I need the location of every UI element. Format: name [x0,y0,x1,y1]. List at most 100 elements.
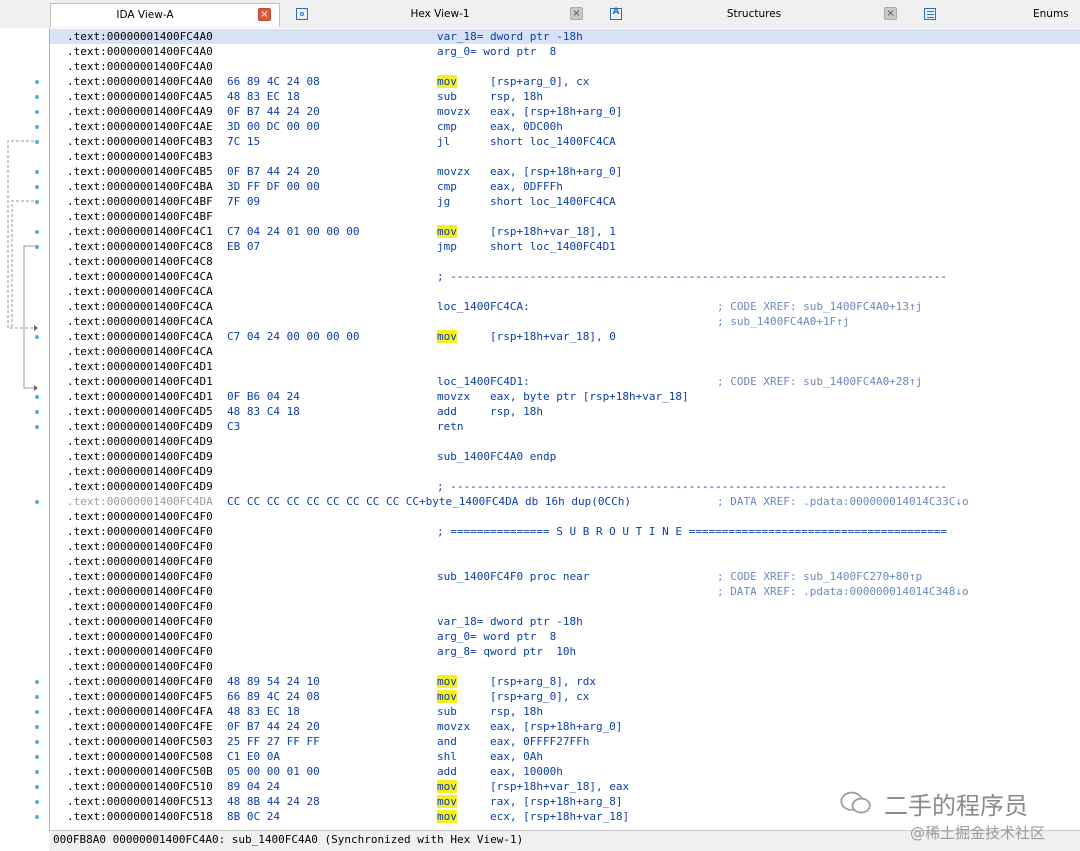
disasm-line[interactable]: .text:00000001400FC4CA C7 04 24 00 00 00 … [50,329,1080,344]
line-address[interactable]: .text:00000001400FC4A0 [67,44,213,59]
disasm-line[interactable]: .text:00000001400FC4CA ; ----------------… [50,269,1080,284]
line-address[interactable]: .text:00000001400FC4CA [67,284,213,299]
line-address[interactable]: .text:00000001400FC4C8 [67,254,213,269]
disasm-line[interactable]: .text:00000001400FC508 C1 E0 0A shl eax, 0… [50,749,1080,764]
disasm-line[interactable]: .text:00000001400FC4C8 [50,254,1080,269]
disasm-line[interactable]: .text:00000001400FC4F0 sub_1400FC4F0 proc… [50,569,1080,584]
line-address[interactable]: .text:00000001400FC4F5 [67,689,213,704]
instruction[interactable]: sub_1400FC4F0 proc near [437,569,589,584]
line-address[interactable]: .text:00000001400FC4CA [67,299,213,314]
line-address[interactable]: .text:00000001400FC510 [67,779,213,794]
tab-ida-view-a[interactable]: IDA View-A × [50,3,280,27]
instruction[interactable]: sub rsp, 18h [437,704,543,719]
disasm-line[interactable]: .text:00000001400FC4F0 arg_8= qword ptr 1… [50,644,1080,659]
line-address[interactable]: .text:00000001400FC4C1 [67,224,213,239]
line-address[interactable]: .text:00000001400FC4F0 [67,629,213,644]
xref-comment[interactable]: ; CODE XREF: sub_1400FC4A0+13↑j [717,299,922,314]
instruction[interactable]: mov [rsp+arg_0], cx [437,689,589,704]
tab-enums[interactable]: Enums [918,3,1080,27]
line-address[interactable]: .text:00000001400FC4D9 [67,449,213,464]
instruction[interactable]: arg_0= word ptr 8 [437,629,556,644]
disasm-line[interactable]: .text:00000001400FC4BF [50,209,1080,224]
disasm-line[interactable]: .text:00000001400FC4A5 48 83 EC 18 sub rsp… [50,89,1080,104]
breakpoint-dot[interactable] [35,245,39,249]
close-icon[interactable]: × [258,8,271,21]
line-address[interactable]: .text:00000001400FC4F0 [67,584,213,599]
close-icon[interactable]: × [884,7,897,20]
line-address[interactable]: .text:00000001400FC4D9 [67,419,213,434]
instruction[interactable]: mov [rsp+arg_0], cx [437,74,589,89]
ida-view-disassembly[interactable]: .text:00000001400FC4A0 var_18= dword ptr … [49,28,1080,830]
line-address[interactable]: .text:00000001400FC4BF [67,194,213,209]
line-address[interactable]: .text:00000001400FC4D1 [67,389,213,404]
disasm-line[interactable]: .text:00000001400FC4D9 sub_1400FC4A0 endp [50,449,1080,464]
flow-gutter[interactable]: ⌄⌄ [0,28,60,828]
line-address[interactable]: .text:00000001400FC4D1 [67,374,213,389]
line-address[interactable]: .text:00000001400FC4F0 [67,554,213,569]
breakpoint-dot[interactable] [35,710,39,714]
line-address[interactable]: .text:00000001400FC4F0 [67,599,213,614]
line-address[interactable]: .text:00000001400FC4D1 [67,359,213,374]
breakpoint-dot[interactable] [35,125,39,129]
breakpoint-dot[interactable] [35,110,39,114]
instruction[interactable]: shl eax, 0Ah [437,749,543,764]
disasm-line[interactable]: .text:00000001400FC4A0 [50,59,1080,74]
line-address[interactable]: .text:00000001400FC4F0 [67,614,213,629]
breakpoint-dot[interactable] [35,770,39,774]
disasm-line[interactable]: .text:00000001400FC4F0 [50,509,1080,524]
line-address[interactable]: .text:00000001400FC4CA [67,269,213,284]
disasm-line[interactable]: .text:00000001400FC4CA [50,284,1080,299]
disasm-line[interactable]: .text:00000001400FC4D9 C3 retn [50,419,1080,434]
disasm-line[interactable]: .text:00000001400FC50B 05 00 00 01 00 add … [50,764,1080,779]
breakpoint-dot[interactable] [35,815,39,819]
line-address[interactable]: .text:00000001400FC4C8 [67,239,213,254]
disasm-line[interactable]: .text:00000001400FC4F0 arg_0= word ptr 8 [50,629,1080,644]
disasm-line[interactable]: .text:00000001400FC4DA CC CC CC CC CC CC … [50,494,1080,509]
instruction[interactable]: ; --------------------------------------… [437,269,947,284]
instruction[interactable]: loc_1400FC4D1: [437,374,530,389]
line-address[interactable]: .text:00000001400FC4F0 [67,659,213,674]
line-address[interactable]: .text:00000001400FC50B [67,764,213,779]
instruction[interactable]: retn [437,419,464,434]
disasm-line[interactable]: .text:00000001400FC4BF 7F 09 jg short loc_… [50,194,1080,209]
line-address[interactable]: .text:00000001400FC4F0 [67,674,213,689]
line-address[interactable]: .text:00000001400FC4FA [67,704,213,719]
disasm-line[interactable]: .text:00000001400FC4F0 ; DATA XREF: .pdat… [50,584,1080,599]
breakpoint-dot[interactable] [35,725,39,729]
disasm-line[interactable]: .text:00000001400FC4D9 ; ----------------… [50,479,1080,494]
instruction[interactable]: mov [rsp+18h+var_18], eax [437,779,629,794]
disasm-line[interactable]: .text:00000001400FC4A0 arg_0= word ptr 8 [50,44,1080,59]
instruction[interactable]: ; =============== S U B R O U T I N E ==… [437,524,947,539]
xref-comment[interactable]: ; CODE XREF: sub_1400FC4A0+28↑j [717,374,922,389]
instruction[interactable]: arg_8= qword ptr 10h [437,644,576,659]
line-address[interactable]: .text:00000001400FC503 [67,734,213,749]
disasm-line[interactable]: .text:00000001400FC4F0 [50,554,1080,569]
tab-structures[interactable]: A Structures × [604,3,904,27]
line-address[interactable]: .text:00000001400FC4A5 [67,89,213,104]
line-address[interactable]: .text:00000001400FC4AE [67,119,213,134]
xref-comment[interactable]: ; DATA XREF: .pdata:000000014014C33C↓o [717,494,969,509]
disasm-line[interactable]: .text:00000001400FC4F0 [50,599,1080,614]
line-address[interactable]: .text:00000001400FC518 [67,809,213,824]
instruction[interactable]: mov [rsp+18h+var_18], 1 [437,224,616,239]
line-address[interactable]: .text:00000001400FC4D9 [67,464,213,479]
line-address[interactable]: .text:00000001400FC4F0 [67,509,213,524]
line-address[interactable]: .text:00000001400FC4D5 [67,404,213,419]
disasm-line[interactable]: .text:00000001400FC4AE 3D 00 DC 00 00 cmp … [50,119,1080,134]
breakpoint-dot[interactable] [35,695,39,699]
breakpoint-dot[interactable] [35,140,39,144]
disasm-line[interactable]: .text:00000001400FC4BA 3D FF DF 00 00 cmp … [50,179,1080,194]
line-address[interactable]: .text:00000001400FC513 [67,794,213,809]
xref-comment[interactable]: ; DATA XREF: .pdata:000000014014C348↓o [717,584,969,599]
disasm-line[interactable]: .text:00000001400FC4D5 48 83 C4 18 add rsp… [50,404,1080,419]
line-address[interactable]: .text:00000001400FC4BA [67,179,213,194]
disasm-line[interactable]: .text:00000001400FC4C1 C7 04 24 01 00 00 … [50,224,1080,239]
breakpoint-dot[interactable] [35,80,39,84]
line-address[interactable]: .text:00000001400FC4CA [67,314,213,329]
xref-comment[interactable]: ; CODE XREF: sub_1400FC270+80↑p [717,569,922,584]
close-icon[interactable]: × [570,7,583,20]
instruction[interactable]: add rsp, 18h [437,404,543,419]
line-address[interactable]: .text:00000001400FC4BF [67,209,213,224]
disasm-line[interactable]: .text:00000001400FC4C8 EB 07 jmp short loc… [50,239,1080,254]
breakpoint-dot[interactable] [35,335,39,339]
